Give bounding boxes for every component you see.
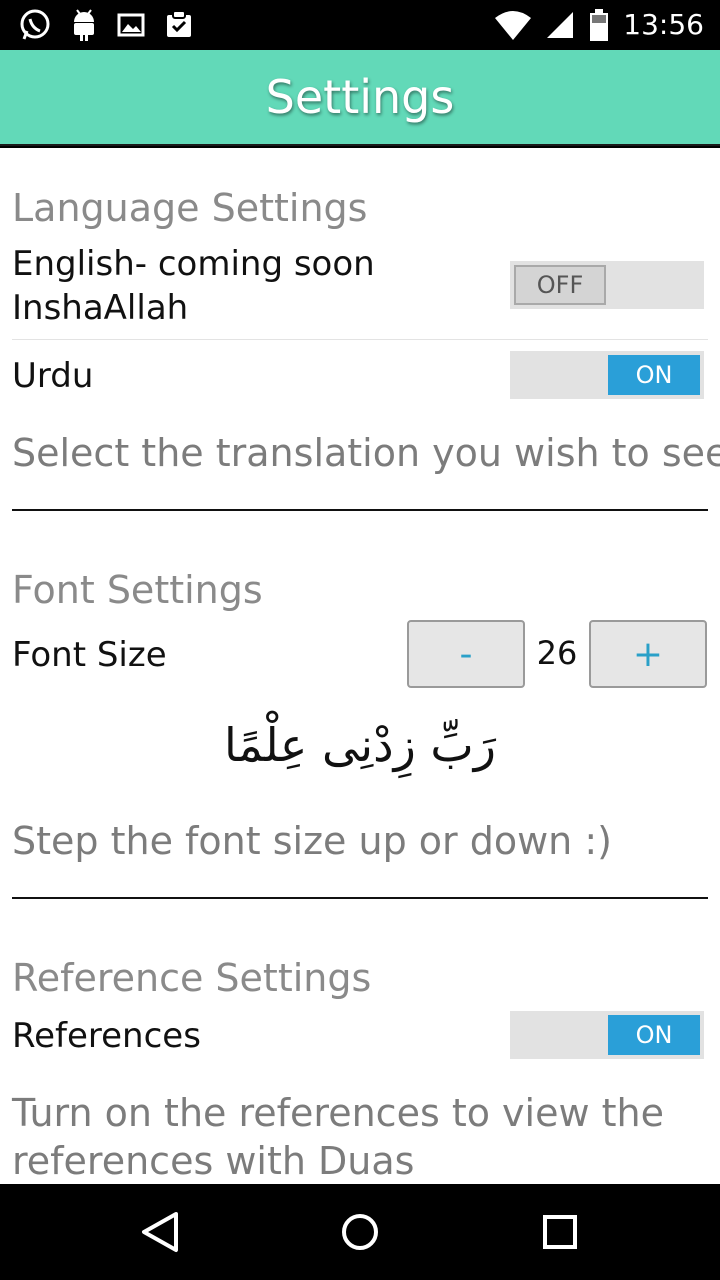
font-sample-text: رَبِّ زِدْنِى عِلْمًا	[224, 718, 496, 772]
navigation-bar	[0, 1184, 720, 1280]
signal-icon	[547, 12, 574, 38]
battery-icon	[590, 9, 609, 41]
decrease-font-button[interactable]: -	[407, 620, 525, 688]
reference-description-line1: Turn on the references to view the	[12, 1091, 664, 1135]
font-size-value: 26	[536, 634, 578, 672]
back-icon[interactable]	[130, 1202, 190, 1262]
references-label: References	[12, 1016, 201, 1056]
urdu-toggle[interactable]: ON	[510, 351, 704, 399]
whatsapp-icon	[20, 9, 50, 40]
image-icon	[117, 13, 145, 37]
english-label-line1: English- coming soon	[12, 244, 375, 284]
reference-section-header: Reference Settings	[12, 956, 372, 1000]
increase-font-button[interactable]: +	[589, 620, 707, 688]
status-time: 13:56	[623, 8, 704, 41]
section-divider	[12, 897, 708, 899]
urdu-toggle-state: ON	[608, 355, 700, 395]
font-description: Step the font size up or down :)	[12, 819, 612, 863]
language-section-header: Language Settings	[12, 186, 368, 230]
page-title: Settings	[265, 70, 455, 124]
android-icon	[74, 9, 94, 41]
english-toggle-state: OFF	[514, 265, 606, 305]
system-icons: 13:56	[495, 6, 704, 44]
section-divider	[12, 509, 708, 511]
notification-icons	[18, 8, 194, 42]
settings-content[interactable]: Language Settings English- coming soon I…	[0, 148, 720, 1184]
references-toggle-state: ON	[608, 1015, 700, 1055]
english-toggle[interactable]: OFF	[510, 261, 704, 309]
wifi-icon	[495, 11, 532, 40]
recents-icon[interactable]	[530, 1202, 590, 1262]
app-bar: Settings	[0, 50, 720, 146]
reference-description-line2: references with Duas	[12, 1139, 415, 1183]
references-toggle[interactable]: ON	[510, 1011, 704, 1059]
divider	[12, 339, 708, 340]
english-label: English- coming soon InshaAllah	[12, 242, 375, 330]
home-icon[interactable]	[330, 1202, 390, 1262]
english-label-line2: InshaAllah	[12, 288, 189, 328]
font-section-header: Font Settings	[12, 568, 263, 612]
clipboard-icon	[167, 10, 191, 37]
status-bar: 13:56	[0, 0, 720, 50]
font-size-label: Font Size	[12, 635, 167, 675]
language-description: Select the translation you wish to see	[12, 431, 720, 475]
urdu-label: Urdu	[12, 356, 94, 396]
